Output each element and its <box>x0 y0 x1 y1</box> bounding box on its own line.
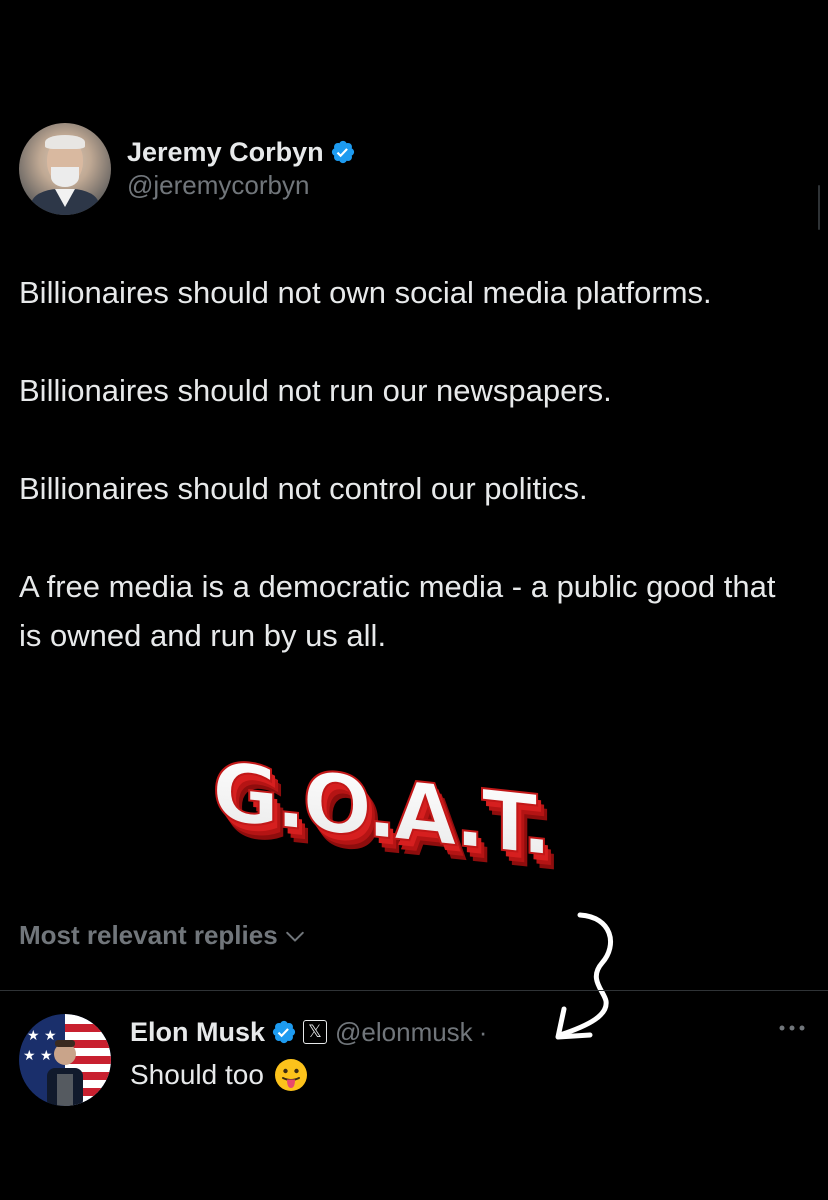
author-handle[interactable]: @jeremycorbyn <box>127 168 356 202</box>
verified-badge-icon <box>331 140 354 164</box>
scrollbar[interactable] <box>818 185 820 230</box>
tweet-paragraph: Billionaires should not run our newspape… <box>19 373 612 408</box>
replies-sort-label: Most relevant replies <box>19 920 278 950</box>
author-block: Jeremy Corbyn @jeremycorbyn <box>127 136 356 202</box>
reply-content: Elon Musk 𝕏 @elonmusk · Should too <box>130 1014 810 1092</box>
divider <box>0 990 828 991</box>
reply-text: Should too <box>130 1058 810 1092</box>
avatar[interactable] <box>19 123 111 215</box>
reply-header: Elon Musk 𝕏 @elonmusk · <box>130 1014 810 1050</box>
verified-badge-icon <box>272 1020 296 1044</box>
reply-text-content: Should too <box>130 1059 264 1090</box>
tweet-header: Jeremy Corbyn @jeremycorbyn <box>19 123 356 215</box>
reply-item[interactable]: ★ ★ ★ ★ Elon Musk 𝕏 @elonmusk · Should t… <box>19 1014 819 1114</box>
tweet-text: Billionaires should not own social media… <box>19 268 799 709</box>
tweet-paragraph: Billionaires should not own social media… <box>19 275 712 310</box>
replies-sort-dropdown[interactable]: Most relevant replies <box>19 920 306 951</box>
chevron-down-icon <box>285 931 304 942</box>
more-options-icon[interactable] <box>776 1020 808 1036</box>
face-with-tongue-icon <box>274 1059 307 1091</box>
avatar[interactable]: ★ ★ ★ ★ <box>19 1014 111 1106</box>
tweet-paragraph: Billionaires should not control our poli… <box>19 471 588 506</box>
author-display-name[interactable]: Jeremy Corbyn <box>127 136 324 168</box>
reply-handle[interactable]: @elonmusk <box>335 1017 473 1048</box>
separator-dot: · <box>478 1016 488 1047</box>
svg-text:★ ★: ★ ★ <box>27 1028 57 1044</box>
goat-sticker: G.O.A.T. G.O.A.T. G.O.A.T. G.O.A.T. <box>211 745 558 875</box>
x-affiliate-badge-icon: 𝕏 <box>303 1020 328 1044</box>
tweet-paragraph: A free media is a democratic media - a p… <box>19 569 776 653</box>
svg-text:★ ★: ★ ★ <box>23 1048 53 1064</box>
reply-display-name[interactable]: Elon Musk <box>130 1017 265 1048</box>
